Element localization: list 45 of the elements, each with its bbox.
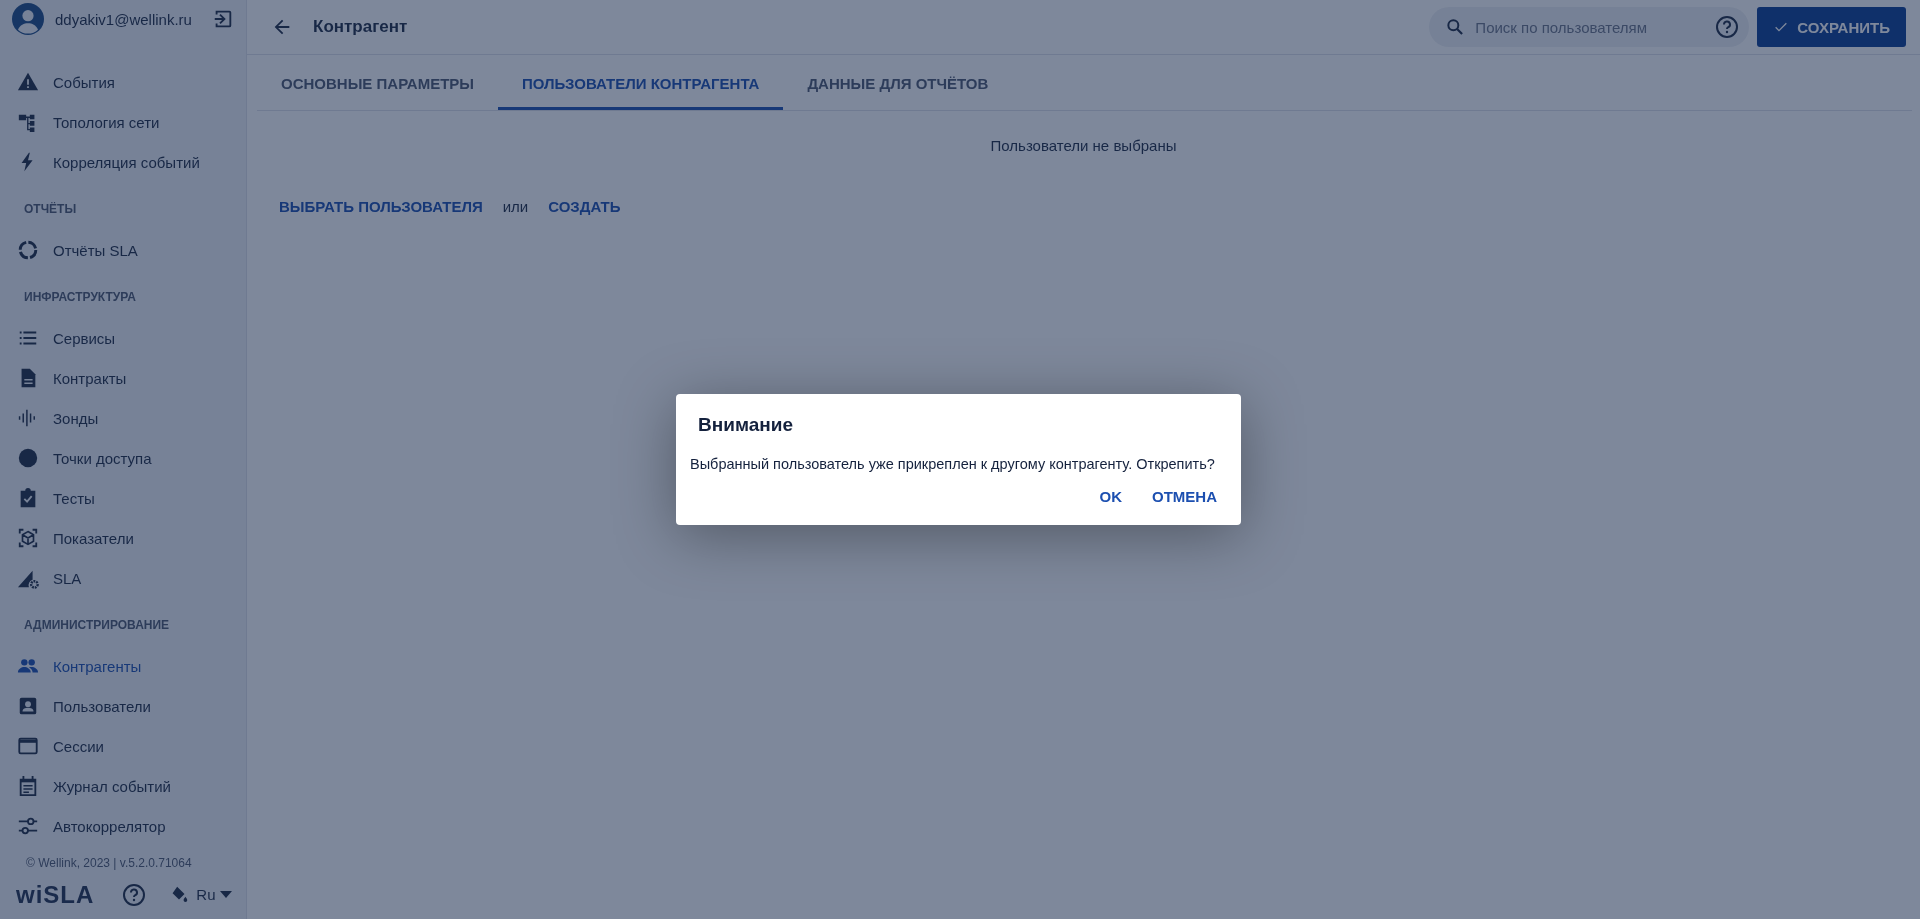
- dialog-message: Выбранный пользователь уже прикреплен к другому контрагенту. Открепить?: [690, 455, 1216, 474]
- sidebar-item[interactable]: SLA: [8, 558, 238, 599]
- sidebar-item[interactable]: Журнал событий: [8, 766, 238, 807]
- sidebar-item[interactable]: Точки доступа: [8, 438, 238, 479]
- calendar-icon: [17, 775, 39, 798]
- caret-icon: [219, 891, 232, 899]
- sidebar-item[interactable]: Показатели: [8, 518, 238, 559]
- help-icon[interactable]: [122, 882, 147, 907]
- dialog-title: Внимание: [698, 414, 794, 436]
- cube-icon: [17, 527, 39, 550]
- tab[interactable]: ОСНОВНЫЕ ПАРАМЕТРЫ: [257, 55, 498, 110]
- ok-button[interactable]: OK: [1087, 480, 1134, 513]
- sidebar-item[interactable]: Топология сети: [8, 102, 238, 143]
- cancel-button[interactable]: ОТМЕНА: [1140, 480, 1229, 513]
- create-link[interactable]: СОЗДАТЬ: [548, 198, 621, 215]
- tab[interactable]: ПОЛЬЗОВАТЕЛИ КОНТРАГЕНТА: [498, 55, 784, 110]
- sidebar-item[interactable]: Автокоррелятор: [8, 806, 238, 847]
- section-heading: АДМИНИСТРИРОВАНИЕ: [23, 617, 171, 635]
- sidebar-item[interactable]: Пользователи: [8, 686, 238, 727]
- empty-message: Пользователи не выбраны: [989, 136, 1178, 154]
- copyright-text: © Wellink, 2023 | v.5.2.0.71064: [25, 855, 193, 873]
- sidebar-item[interactable]: Тесты: [8, 478, 238, 519]
- or-text: или: [502, 198, 529, 215]
- select-user-link[interactable]: ВЫБРАТЬ ПОЛЬЗОВАТЕЛЯ: [279, 198, 483, 215]
- sidebar-item[interactable]: События: [8, 62, 238, 103]
- avatar-icon[interactable]: [12, 3, 44, 36]
- sidebar-item[interactable]: Отчёты SLA: [8, 230, 238, 271]
- page-title: Контрагент: [313, 17, 408, 37]
- sidebar-item[interactable]: Корреляция событий: [8, 142, 238, 183]
- save-button[interactable]: СОХРАНИТЬ: [1757, 7, 1906, 47]
- sidebar-item[interactable]: Зонды: [8, 398, 238, 439]
- sidebar-item[interactable]: Контракты: [8, 358, 238, 399]
- tab[interactable]: ДАННЫЕ ДЛЯ ОТЧЁТОВ: [783, 55, 1013, 110]
- sidebar-item[interactable]: Контрагенты: [8, 646, 238, 687]
- circle-icon: [17, 447, 39, 470]
- user-email[interactable]: ddyakiv1@wellink.ru: [55, 10, 201, 28]
- logo: wiSLA: [16, 880, 95, 909]
- section-heading: ИНФРАСТРУКТУРА: [23, 289, 137, 307]
- language-selector[interactable]: Ru: [196, 886, 232, 904]
- ring-icon: [17, 239, 39, 262]
- help-icon[interactable]: [1715, 15, 1740, 39]
- search-field[interactable]: Поиск по пользователям: [1429, 7, 1750, 47]
- section-heading: ОТЧЁТЫ: [23, 201, 78, 219]
- sidebar-item[interactable]: Сервисы: [8, 318, 238, 359]
- sidebar-item[interactable]: Сессии: [8, 726, 238, 767]
